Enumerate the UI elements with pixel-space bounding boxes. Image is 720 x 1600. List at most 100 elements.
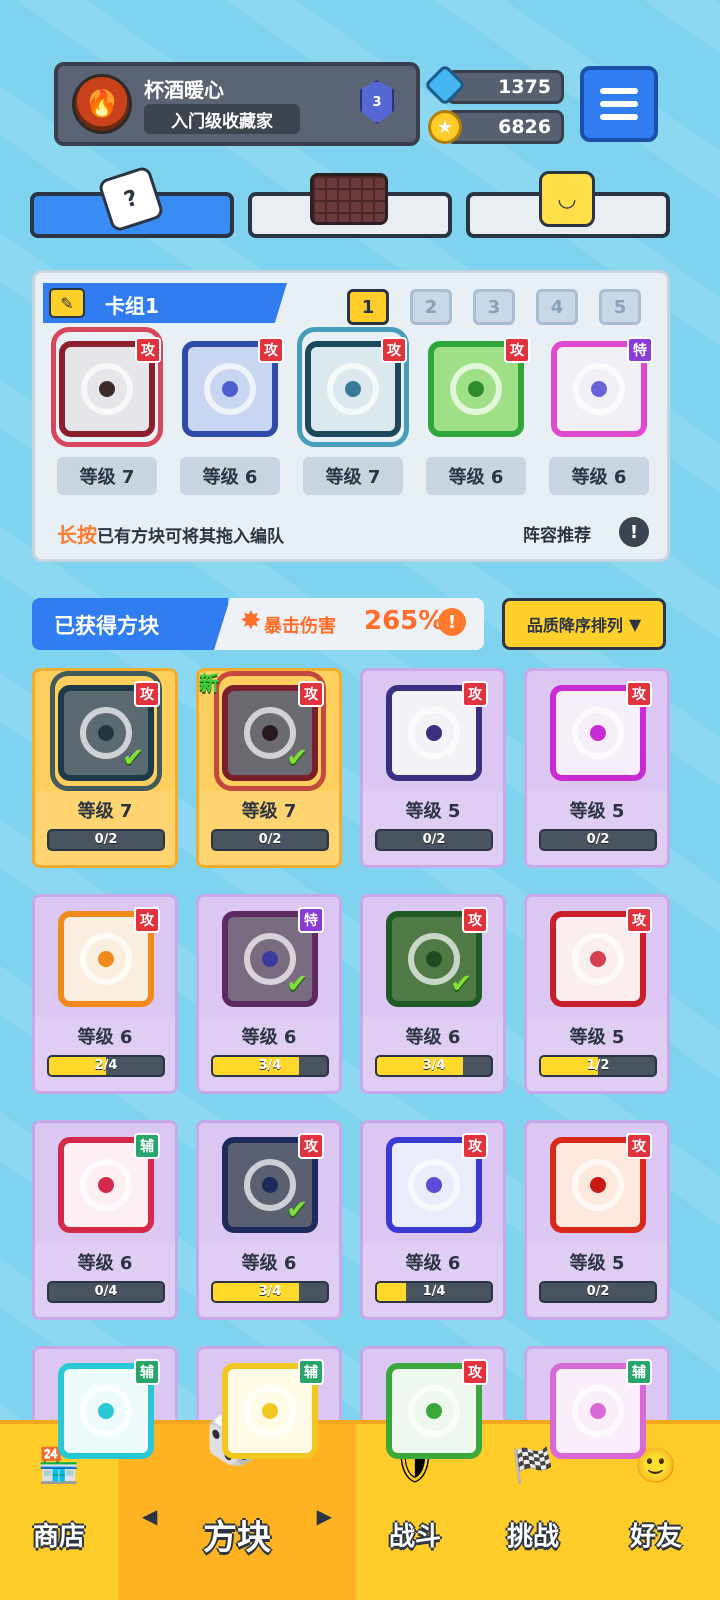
- profile-panel[interactable]: 🔥 杯酒暖心 入门级收藏家 3: [54, 62, 420, 146]
- block-card[interactable]: 攻等级 5 0/2: [524, 1120, 670, 1320]
- type-tag: 攻: [462, 1133, 488, 1159]
- block-card[interactable]: 攻等级 5 0/2: [360, 668, 506, 868]
- edit-pencil-icon[interactable]: ✎: [49, 288, 85, 318]
- block-art: 攻: [58, 907, 160, 1007]
- nav-label: 商店: [32, 1522, 85, 1552]
- deck-title[interactable]: ✎ 卡组1: [43, 283, 287, 323]
- deck-slot-level: 等级 6: [549, 457, 649, 495]
- tab-emote[interactable]: ◡: [466, 171, 670, 238]
- block-core: [98, 1177, 114, 1193]
- type-tag: 特: [627, 337, 653, 363]
- block-core: [262, 951, 278, 967]
- upgrade-progress-bar: 2/4: [47, 1055, 165, 1077]
- block-core: [590, 1177, 606, 1193]
- block-core: [345, 381, 361, 397]
- level-badge-icon: 3: [360, 80, 394, 124]
- progress-text: 2/4: [94, 1058, 118, 1073]
- check-icon: ✔: [286, 743, 308, 773]
- block-level: 等级 6: [241, 1253, 297, 1274]
- block-card[interactable]: 攻等级 5 0/2: [524, 668, 670, 868]
- upgrade-progress-bar: 3/4: [211, 1281, 329, 1303]
- block-art: 攻: [386, 1133, 488, 1233]
- nav-label: 战斗: [388, 1522, 441, 1552]
- block-art: 攻: [428, 337, 530, 437]
- block-core: [98, 1403, 114, 1419]
- avatar[interactable]: 🔥: [72, 74, 132, 134]
- deck-slot[interactable]: 攻: [297, 327, 409, 447]
- block-art: 攻: [550, 907, 652, 1007]
- progress-text: 0/2: [422, 832, 446, 847]
- deck-slot[interactable]: 攻: [428, 337, 530, 437]
- block-art-holder: 辅: [58, 1359, 160, 1459]
- block-art-holder: 攻: [386, 1359, 488, 1459]
- rank-title: 入门级收藏家: [144, 104, 300, 134]
- deck-tab-1[interactable]: 1: [347, 289, 389, 325]
- block-art: 辅: [58, 1359, 160, 1459]
- type-tag: 辅: [626, 1359, 652, 1385]
- progress-text: 1/4: [422, 1284, 446, 1299]
- crit-info-icon[interactable]: !: [438, 608, 466, 636]
- obtained-title: 已获得方块: [32, 598, 228, 650]
- block-core: [98, 951, 114, 967]
- upgrade-progress-bar: 0/2: [539, 1281, 657, 1303]
- type-tag: 攻: [462, 681, 488, 707]
- type-tag: 辅: [134, 1359, 160, 1385]
- deck-tab-3[interactable]: 3: [473, 289, 515, 325]
- deck-slot[interactable]: 攻: [51, 327, 163, 447]
- block-core: [222, 381, 238, 397]
- lineup-recommend-label[interactable]: 阵容推荐: [523, 521, 591, 546]
- player-name: 杯酒暖心: [144, 78, 224, 102]
- type-tag: 攻: [504, 337, 530, 363]
- deck-slot[interactable]: 特: [551, 337, 653, 437]
- type-tag: 辅: [134, 1133, 160, 1159]
- block-card[interactable]: 攻 ✔ 新等级 7 0/2: [196, 668, 342, 868]
- block-card[interactable]: 特 ✔ 等级 6 3/4: [196, 894, 342, 1094]
- block-card[interactable]: 攻 ✔ 等级 6 3/4: [360, 894, 506, 1094]
- block-card[interactable]: 辅等级 6 0/4: [32, 1120, 178, 1320]
- menu-button[interactable]: [580, 66, 658, 142]
- progress-text: 0/2: [586, 832, 610, 847]
- block-art-holder: 攻: [58, 907, 160, 1007]
- deck-tab-2[interactable]: 2: [410, 289, 452, 325]
- dice-icon: ?: [96, 164, 166, 234]
- arrow-left-icon[interactable]: ◀: [142, 1504, 157, 1528]
- upgrade-progress-bar: 0/4: [47, 1281, 165, 1303]
- type-tag: 特: [298, 907, 324, 933]
- type-tag: 攻: [135, 337, 161, 363]
- block-art: 攻: [550, 681, 652, 781]
- block-art: 攻: [386, 1359, 488, 1459]
- block-card[interactable]: 攻 ✔ 等级 6 3/4: [196, 1120, 342, 1320]
- block-art: 辅: [222, 1359, 324, 1459]
- recommend-info-icon[interactable]: !: [619, 517, 649, 547]
- block-art: 攻 ✔: [222, 1133, 324, 1233]
- smile-icon: ◡: [539, 171, 595, 227]
- deck-slot[interactable]: 攻: [182, 337, 284, 437]
- arrow-right-icon[interactable]: ▶: [317, 1504, 332, 1528]
- upgrade-progress-bar: 1/4: [375, 1281, 493, 1303]
- block-core: [591, 381, 607, 397]
- deck-tab-5[interactable]: 5: [599, 289, 641, 325]
- progress-text: 0/2: [94, 832, 118, 847]
- nav-label: 挑战: [506, 1522, 559, 1552]
- tab-dice[interactable]: ?: [30, 164, 234, 238]
- block-core: [262, 1403, 278, 1419]
- block-level: 等级 5: [405, 801, 461, 822]
- sort-dropdown[interactable]: 品质降序排列 ▼: [502, 598, 666, 650]
- block-level: 等级 7: [77, 801, 133, 822]
- block-card[interactable]: 攻等级 6 2/4: [32, 894, 178, 1094]
- block-card[interactable]: 攻等级 5 1/2: [524, 894, 670, 1094]
- block-card[interactable]: 攻 ✔ 等级 7 0/2: [32, 668, 178, 868]
- type-tag: 攻: [626, 681, 652, 707]
- type-tag: 攻: [134, 681, 160, 707]
- check-icon: ✔: [286, 1195, 308, 1225]
- tab-board[interactable]: [248, 173, 452, 238]
- block-card[interactable]: 攻等级 6 1/4: [360, 1120, 506, 1320]
- upgrade-progress-bar: 1/2: [539, 1055, 657, 1077]
- sort-label: 品质降序排列: [526, 616, 623, 635]
- nav-label: 好友: [629, 1522, 682, 1552]
- deck-tab-4[interactable]: 4: [536, 289, 578, 325]
- block-art-holder: 辅: [550, 1359, 652, 1459]
- block-core: [590, 725, 606, 741]
- type-tag: 辅: [298, 1359, 324, 1385]
- check-icon: ✔: [122, 743, 144, 773]
